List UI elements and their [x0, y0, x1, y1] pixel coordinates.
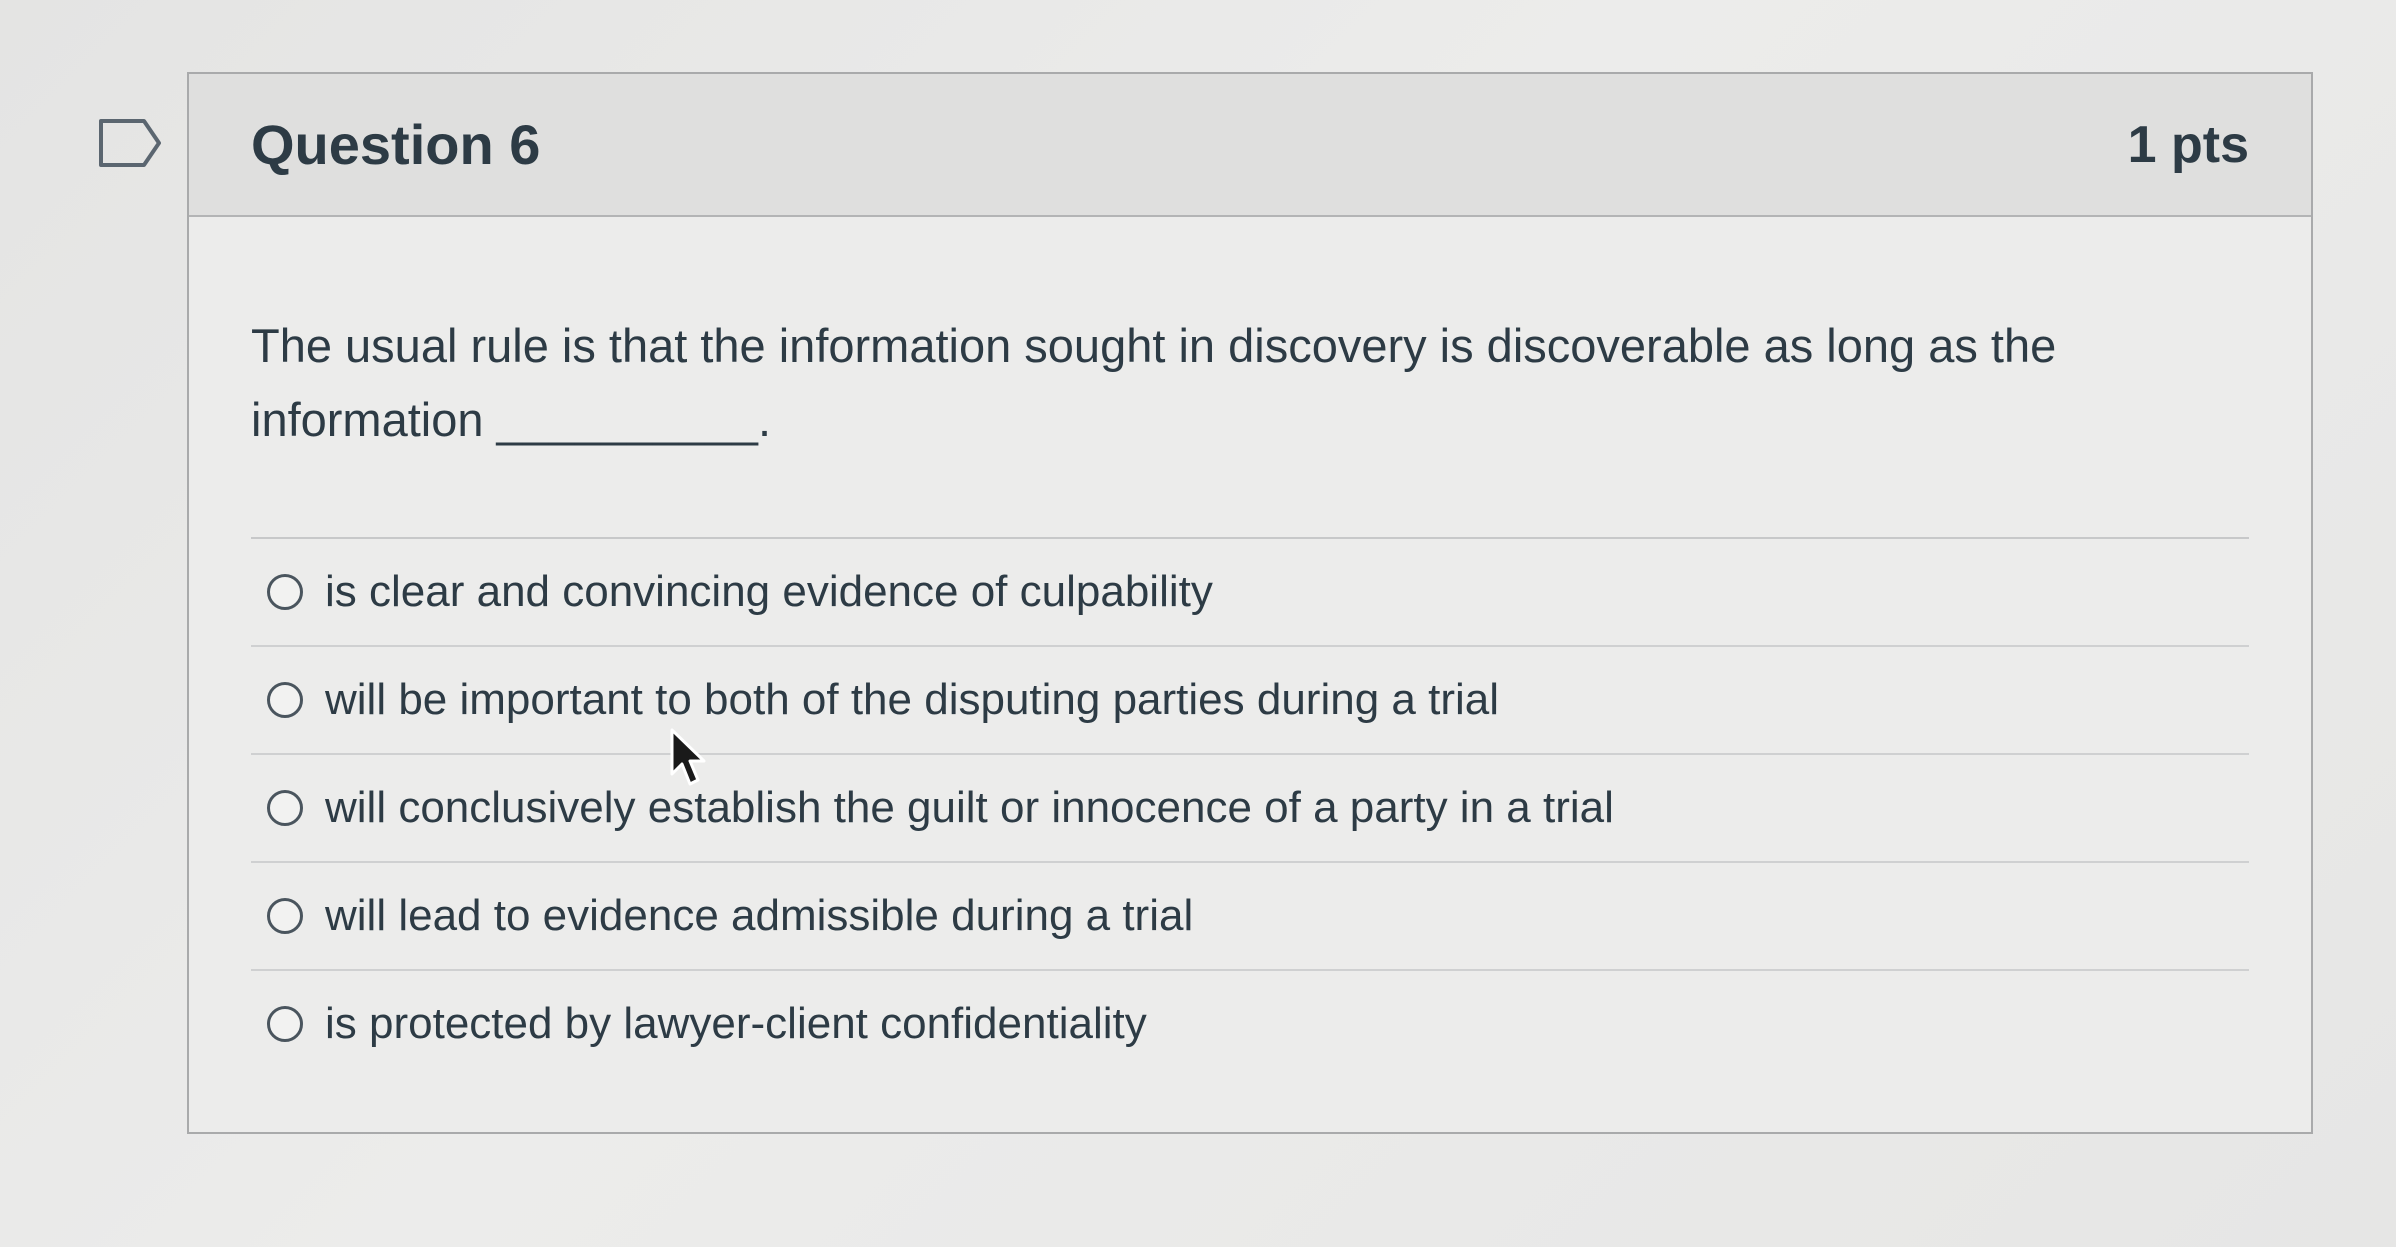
- radio-unselected-icon[interactable]: [267, 682, 303, 718]
- answer-label[interactable]: will lead to evidence admissible during …: [325, 891, 1193, 941]
- mouse-pointer-icon: [670, 728, 706, 786]
- answers-list: is clear and convincing evidence of culp…: [251, 537, 2249, 1077]
- answer-option-1[interactable]: is clear and convincing evidence of culp…: [251, 539, 2249, 647]
- quiz-page: Question 6 1 pts The usual rule is that …: [0, 0, 2396, 1247]
- question-header: Question 6 1 pts: [189, 74, 2311, 217]
- answer-label[interactable]: will conclusively establish the guilt or…: [325, 783, 1614, 833]
- answer-option-5[interactable]: is protected by lawyer-client confidenti…: [251, 971, 2249, 1077]
- answer-label[interactable]: is clear and convincing evidence of culp…: [325, 567, 1213, 617]
- answer-label[interactable]: will be important to both of the disputi…: [325, 675, 1499, 725]
- radio-unselected-icon[interactable]: [267, 790, 303, 826]
- answer-label[interactable]: is protected by lawyer-client confidenti…: [325, 999, 1147, 1049]
- radio-unselected-icon[interactable]: [267, 574, 303, 610]
- radio-unselected-icon[interactable]: [267, 1006, 303, 1042]
- question-points: 1 pts: [2127, 115, 2249, 174]
- answer-option-3[interactable]: will conclusively establish the guilt or…: [251, 755, 2249, 863]
- answer-option-2[interactable]: will be important to both of the disputi…: [251, 647, 2249, 755]
- flag-question-icon[interactable]: [98, 118, 162, 168]
- question-body: The usual rule is that the information s…: [189, 309, 2311, 1077]
- question-card: Question 6 1 pts The usual rule is that …: [187, 72, 2313, 1134]
- question-text: The usual rule is that the information s…: [251, 309, 2249, 457]
- question-title: Question 6: [251, 113, 541, 176]
- question-text-line-2: information __________.: [251, 393, 772, 446]
- answer-option-4[interactable]: will lead to evidence admissible during …: [251, 863, 2249, 971]
- question-text-line-1: The usual rule is that the information s…: [251, 319, 2057, 372]
- radio-unselected-icon[interactable]: [267, 898, 303, 934]
